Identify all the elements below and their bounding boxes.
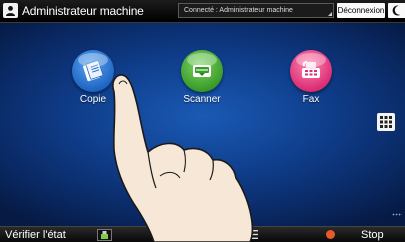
user-icon [6,6,15,16]
app-list-button[interactable] [377,113,395,131]
login-user-title: Administrateur machine [22,4,144,18]
top-bar: Administrateur machine Connecté : Admini… [0,0,405,23]
machine-status-indicator[interactable] [97,229,112,241]
energy-saver-button[interactable] [388,3,405,18]
app-fax-label: Fax [302,94,320,105]
menu-icon[interactable] [248,230,258,239]
copy-icon [72,50,114,92]
page-indicator [392,213,402,216]
expand-corner-icon [328,12,332,16]
machine-status-icon [101,231,108,239]
scanner-icon [181,50,223,92]
stop-button[interactable]: Stop [318,228,405,242]
bottom-bar: Vérifier l'état Stop [0,226,405,242]
app-grid-icon [380,116,392,128]
app-scanner[interactable]: Scanner [172,50,232,106]
logout-button[interactable]: Déconnexion [337,3,385,18]
user-button[interactable] [3,3,18,18]
app-fax[interactable]: Fax [281,50,341,106]
fax-icon [290,50,332,92]
pointing-hand-illustration [112,74,254,242]
check-status-button[interactable]: Vérifier l'état [5,228,66,242]
moon-icon [392,5,401,16]
stop-icon [326,230,335,239]
connection-status-text: Connecté : Administrateur machine [184,7,293,14]
app-scanner-label: Scanner [183,94,221,105]
app-copy[interactable]: Copie [63,50,123,106]
stop-label: Stop [361,229,384,241]
connection-status[interactable]: Connecté : Administrateur machine [178,3,334,18]
app-copy-label: Copie [79,94,107,105]
home-screen: Administrateur machine Connecté : Admini… [0,0,405,242]
